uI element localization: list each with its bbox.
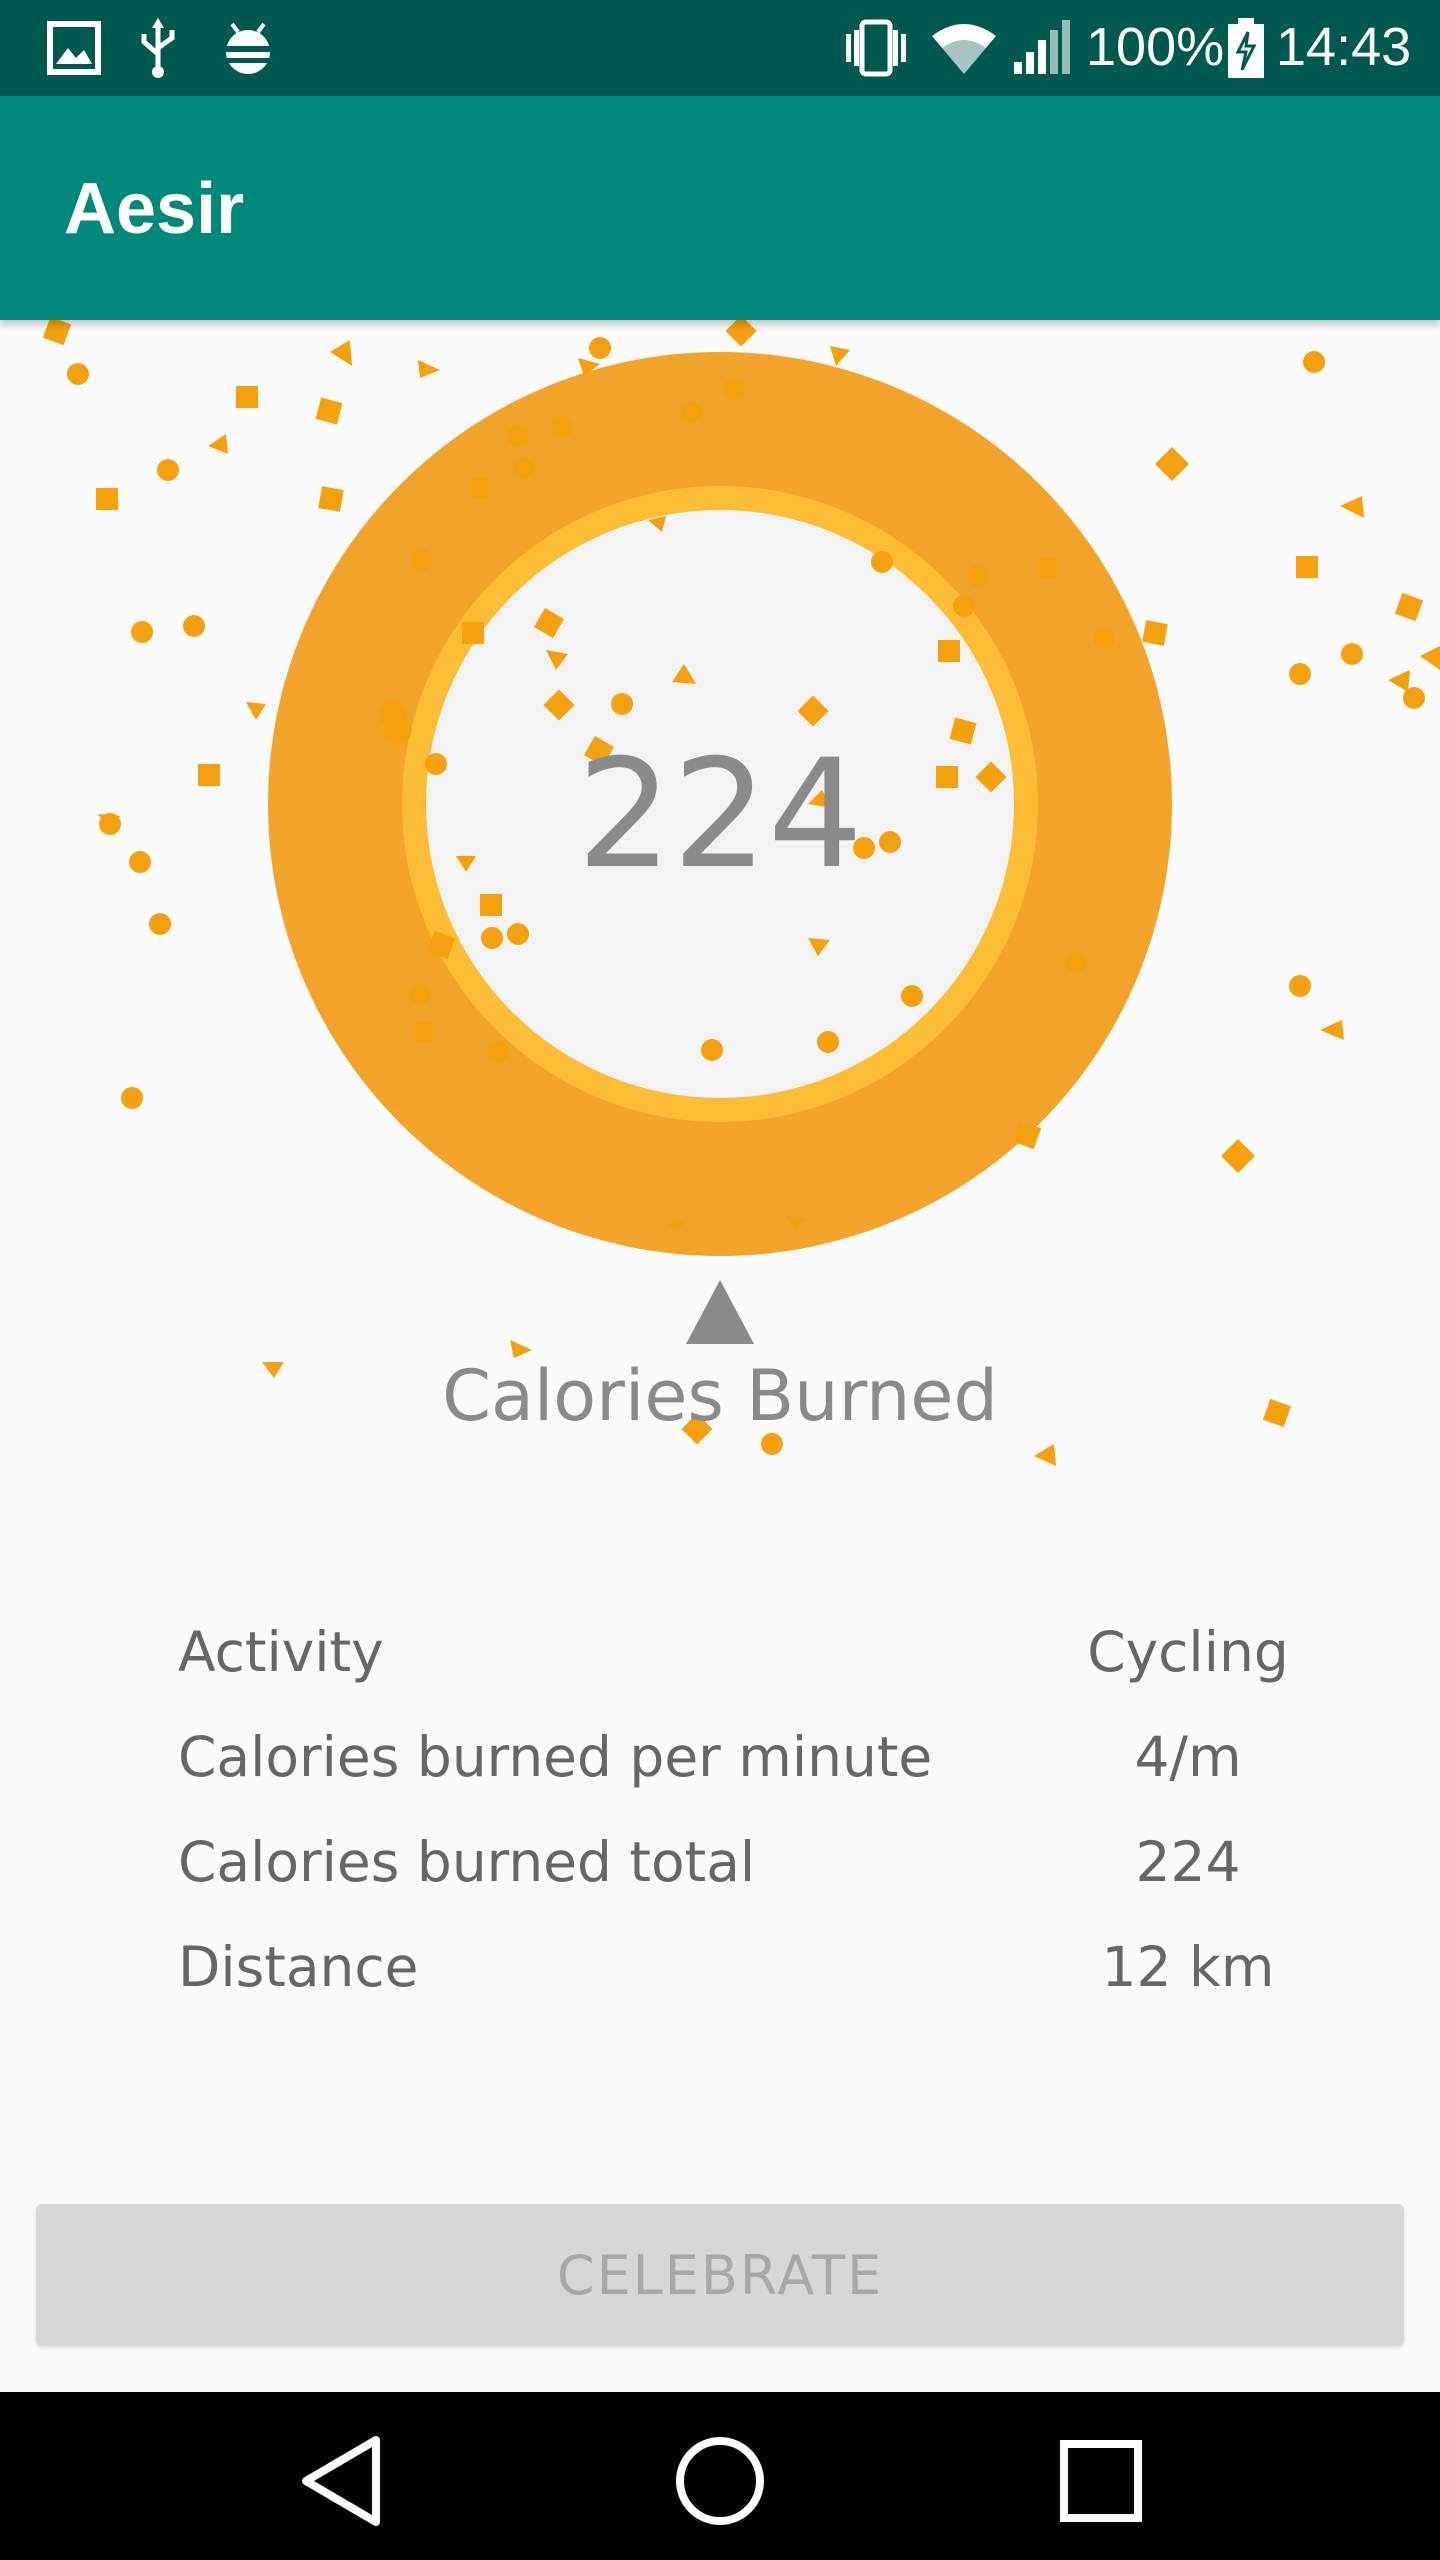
gallery-icon (47, 21, 101, 75)
pointer-triangle-icon (686, 1280, 754, 1344)
stat-value: 4/m (1134, 1725, 1242, 1789)
battery-charging-icon (1228, 18, 1264, 78)
recents-icon[interactable] (1046, 2426, 1156, 2536)
usb-icon (141, 18, 175, 78)
stat-label: Distance (178, 1935, 419, 1999)
wifi-icon (932, 24, 996, 74)
stats-table: Activity Cycling Calories burned per min… (178, 1620, 1289, 2040)
stat-row-per-minute: Calories burned per minute 4/m (178, 1725, 1278, 1830)
clock: 14:43 (1276, 17, 1412, 77)
stat-row-total: Calories burned total 224 (178, 1830, 1278, 1935)
status-bar: 100% 14:43 (0, 0, 1440, 96)
stat-label: Calories burned total (178, 1830, 756, 1894)
gauge-value: 224 (576, 728, 864, 902)
gauge-label: Calories Burned (442, 1355, 998, 1437)
android-debug-icon (224, 22, 272, 74)
app-bar: Aesir (0, 96, 1440, 320)
navigation-bar (0, 2392, 1440, 2560)
stat-value: Cycling (1087, 1620, 1289, 1684)
back-icon[interactable] (288, 2426, 398, 2536)
battery-percent: 100% (1086, 17, 1225, 77)
stat-value: 12 km (1101, 1935, 1275, 1999)
vibrate-icon (846, 19, 906, 77)
home-icon[interactable] (665, 2426, 775, 2536)
stat-row-distance: Distance 12 km (178, 1935, 1278, 2040)
stat-label: Calories burned per minute (178, 1725, 933, 1789)
stat-value: 224 (1135, 1830, 1241, 1894)
gauge-area: 224 (0, 320, 1440, 1500)
signal-icon (1014, 20, 1070, 74)
celebrate-button[interactable]: CELEBRATE (36, 2204, 1404, 2346)
app-title: Aesir (64, 169, 245, 249)
stat-label: Activity (178, 1620, 384, 1684)
stat-row-activity: Activity Cycling (178, 1620, 1289, 1725)
